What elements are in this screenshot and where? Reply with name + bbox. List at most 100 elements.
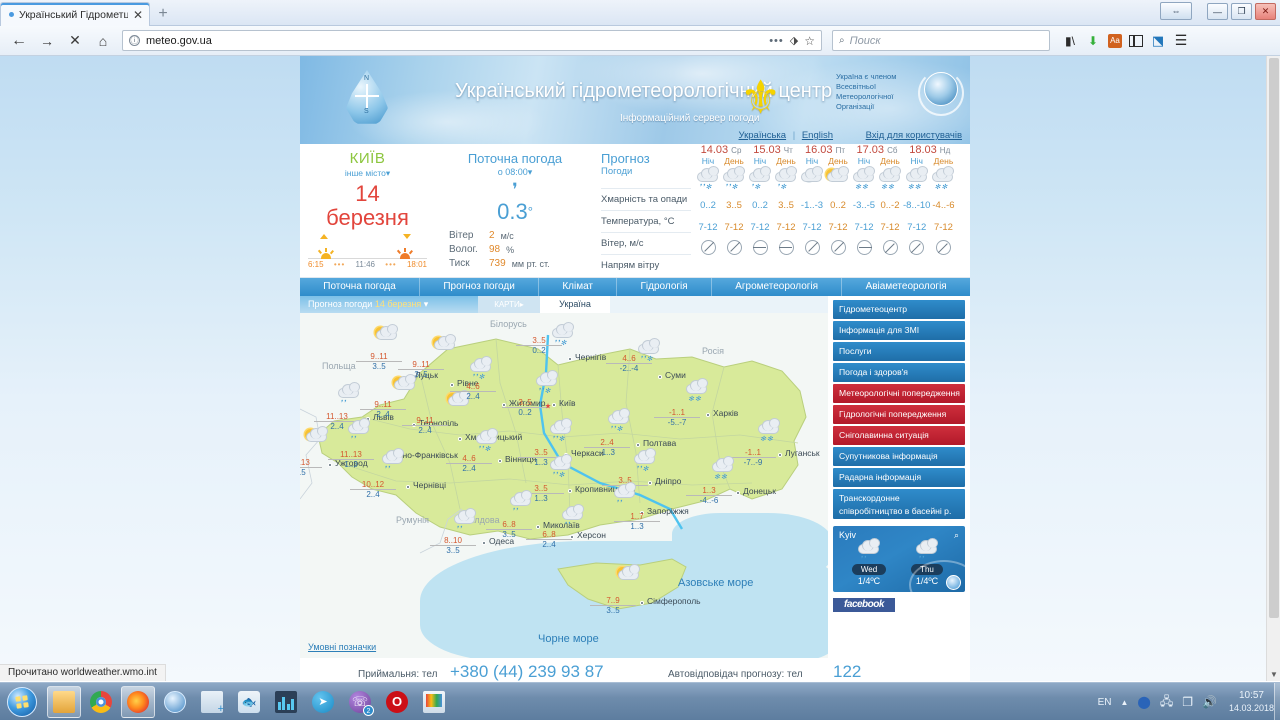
- nav-item-5[interactable]: Авіаметеорологія: [842, 278, 970, 296]
- sidebar-item-7[interactable]: Супутникова інформація: [833, 447, 965, 466]
- azov-sea-label: Азовське море: [678, 577, 754, 589]
- lang-ua-link[interactable]: Українська: [739, 130, 787, 141]
- map-tab-forecast[interactable]: Прогноз погоди 14 березня ▾: [300, 296, 478, 313]
- forecast-day-icon-cell: ✻✻: [877, 166, 903, 194]
- new-tab-button[interactable]: +: [150, 2, 176, 26]
- show-hidden-icons-icon[interactable]: ▲: [1120, 698, 1128, 707]
- nav-item-1[interactable]: Прогноз погоди: [420, 278, 540, 296]
- flash-icon[interactable]: ❐: [1182, 695, 1193, 709]
- stop-icon[interactable]: ✕: [62, 29, 88, 53]
- address-bar[interactable]: ⓘ meteo.gov.ua ••• ⬗ ☆: [122, 30, 822, 51]
- taskbar-item-opera[interactable]: O: [380, 686, 414, 718]
- menu-icon[interactable]: ☰: [1173, 32, 1189, 49]
- forecast-wind-row: 7-12 7-12 7-12 7-12 7-12 7-12 7-12 7-12 7-12 7-12: [695, 216, 956, 238]
- forecast-night-winddir: [695, 236, 721, 260]
- sidebar-item-8[interactable]: Радарна інформація: [833, 468, 965, 487]
- sidebar-item-2[interactable]: Послуги: [833, 342, 965, 361]
- window-restore-extra[interactable]: ⇔: [1160, 2, 1192, 20]
- taskbar-item-explorer[interactable]: [47, 685, 81, 718]
- map-tab-country[interactable]: Україна: [540, 296, 610, 313]
- forecast-date: 16.03 Пт: [804, 144, 845, 156]
- change-city-link[interactable]: інше місто▾: [300, 168, 435, 179]
- show-desktop-button[interactable]: [1274, 683, 1280, 720]
- browser-tab[interactable]: Український Гідрометцентр. П ✕: [0, 2, 150, 26]
- back-icon[interactable]: ←: [6, 29, 32, 53]
- site-info-icon[interactable]: ⓘ: [129, 35, 140, 46]
- sidebar-item-4[interactable]: Метеорологічні попередження: [833, 384, 965, 403]
- reader-icon[interactable]: Aa: [1108, 33, 1122, 48]
- taskbar-item-monitor[interactable]: [417, 686, 451, 718]
- forward-icon[interactable]: →: [34, 29, 60, 53]
- autoreply-label: Автовідповідач прогнозу: тел: [668, 669, 803, 680]
- nav-item-3[interactable]: Гідрологія: [617, 278, 712, 296]
- chevron-down-icon[interactable]: ▾: [424, 299, 429, 309]
- cloud-rain-icon: ❜❜: [560, 504, 586, 529]
- city-temp-low: -2..-4: [619, 364, 639, 373]
- taskbar-item-chrome[interactable]: [84, 686, 118, 718]
- volume-icon[interactable]: 🔊: [1202, 695, 1217, 709]
- taskbar-item-firefox[interactable]: [121, 685, 155, 718]
- taskbar-item-telegram[interactable]: ➤: [306, 686, 340, 718]
- moon-cloud-icon: [799, 166, 825, 191]
- page-actions-icon[interactable]: •••: [769, 35, 784, 47]
- taskbar-clock[interactable]: 10:57 14.03.2018: [1229, 690, 1274, 715]
- search-input[interactable]: ⌕ Поиск: [832, 30, 1050, 51]
- network-tray-icon[interactable]: 🖧: [1160, 692, 1173, 713]
- cloud-rain-icon: ❜❜: [346, 418, 372, 443]
- close-button[interactable]: ✕: [1255, 3, 1276, 20]
- cloud-rain-snow-icon: ❜❜✻: [474, 428, 500, 453]
- home-icon[interactable]: ⌂: [90, 29, 116, 53]
- pocket-icon[interactable]: ⬗: [790, 34, 798, 47]
- forecast-night-winddir: [851, 238, 877, 260]
- nav-item-2[interactable]: Клімат: [539, 278, 618, 296]
- downloads-icon[interactable]: ⬇: [1085, 33, 1101, 49]
- sidebar-icon[interactable]: [1129, 34, 1143, 47]
- scroll-down-icon[interactable]: ▼: [1270, 670, 1278, 679]
- sidebar-menu: Гідрометеоцентр Інформація для ЗМІ Послуги…: [833, 300, 965, 529]
- taskbar-item-viber[interactable]: ☏ 2: [343, 686, 377, 718]
- language-indicator[interactable]: EN: [1098, 697, 1112, 708]
- wmo-city-weather-widget[interactable]: Kyiv ⌕ ❜❜ Wed 1/4ºC ❜❜ Thu 1/4ºC: [833, 526, 965, 592]
- widget-city-name: Kyiv: [839, 530, 857, 540]
- compass-south-label: S: [364, 108, 369, 115]
- sidebar-item-3[interactable]: Погода і здоров'я: [833, 363, 965, 382]
- cloud-rain-snow-icon: ❜❜✻: [606, 408, 632, 433]
- city-temperature: 4..6 2..4: [446, 454, 492, 473]
- maximize-button[interactable]: ❐: [1231, 3, 1252, 20]
- sidebar-item-5[interactable]: Гідрологічні попередження: [833, 405, 965, 424]
- facebook-button[interactable]: facebook: [833, 598, 895, 612]
- sidebar-item-0[interactable]: Гідрометеоцентр: [833, 300, 965, 319]
- tab-close-icon[interactable]: ✕: [133, 9, 143, 21]
- cloud-snow-icon: ✻✻: [710, 456, 736, 481]
- widget-search-icon[interactable]: ⌕: [954, 530, 959, 541]
- sun-times-row: 6:15 ••• 11:46 ••• 18:01: [308, 234, 427, 269]
- sidebar-item-1[interactable]: Інформація для ЗМІ: [833, 321, 965, 340]
- user-login-link[interactable]: Вхід для користувачів: [866, 130, 962, 141]
- taskbar-item-equalizer[interactable]: [269, 686, 303, 718]
- taskbar-item-network[interactable]: [195, 686, 229, 718]
- sidebar-item-6[interactable]: Сніголавинна ситуація: [833, 426, 965, 445]
- lang-en-link[interactable]: English: [802, 130, 833, 141]
- taskbar-item-fish[interactable]: 🐟: [232, 686, 266, 718]
- map-legend-link[interactable]: Умовні позначки: [308, 642, 376, 652]
- action-center-icon[interactable]: ⬤: [1137, 695, 1150, 709]
- taskbar-item-globe[interactable]: [158, 686, 192, 718]
- sync-icon[interactable]: ⬔: [1150, 33, 1166, 49]
- system-tray: EN ▲ ⬤ 🖧 ❐ 🔊 10:57 14.03.2018: [1098, 683, 1274, 720]
- sunset-icon: [396, 245, 413, 259]
- sidebar-item-9[interactable]: Транскордонне співробітництво в басейні …: [833, 489, 965, 529]
- nav-item-0[interactable]: Поточна погода: [300, 278, 421, 296]
- page-scrollbar[interactable]: ▲ ▼: [1266, 56, 1280, 681]
- current-weather-time[interactable]: о 08:00▾: [435, 167, 595, 178]
- library-icon[interactable]: ▮\: [1062, 33, 1078, 49]
- forecast-day-icon-cell: ❜❜✻: [721, 166, 747, 194]
- ukraine-weather-map[interactable]: Польща Білорусь Росія Румунія Молдова Аз…: [300, 313, 828, 658]
- nav-item-4[interactable]: Агрометеорологія: [712, 278, 843, 296]
- map-tab-karty[interactable]: КАРТИ▸: [478, 296, 540, 313]
- scrollbar-thumb[interactable]: [1269, 58, 1279, 618]
- minimize-button[interactable]: —: [1207, 3, 1228, 20]
- start-button[interactable]: [0, 684, 44, 720]
- cloud-rain-snow-icon: ❜❜✻: [548, 418, 574, 443]
- cloud-rain-icon: ❜❜: [856, 538, 882, 563]
- bookmark-star-icon[interactable]: ☆: [804, 34, 815, 48]
